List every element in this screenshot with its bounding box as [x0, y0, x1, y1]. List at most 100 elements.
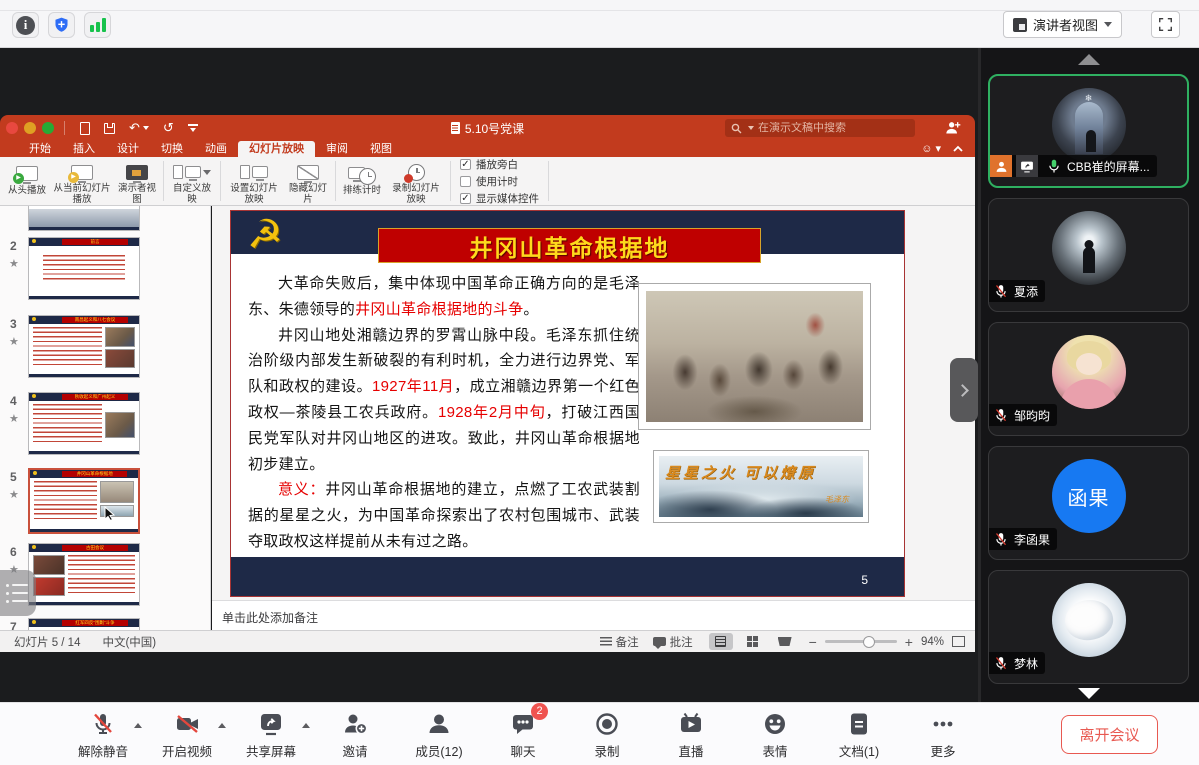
presenter-view-button[interactable]: 演示者视图: [114, 157, 160, 205]
notes-area[interactable]: 单击此处添加备注: [212, 600, 975, 630]
maximize-window-button[interactable]: [42, 122, 54, 134]
minimize-window-button[interactable]: [24, 122, 36, 134]
zoom-slider[interactable]: [825, 640, 897, 643]
chevron-down-icon: [1104, 22, 1112, 27]
participant-tile-lihanguo[interactable]: 函果 李函果: [988, 446, 1189, 560]
floating-slide-list-button[interactable]: [0, 570, 36, 616]
mic-on-icon: [1045, 159, 1063, 174]
thumbnail-number: 2: [10, 239, 17, 253]
scroll-down-arrow[interactable]: [1078, 688, 1100, 699]
thumbnail-slide-1[interactable]: [28, 206, 140, 231]
tab-insert[interactable]: 插入: [62, 141, 106, 157]
chat-button[interactable]: 2 聊天: [481, 710, 565, 760]
ribbon-checkbox-play-narration[interactable]: 播放旁白: [460, 157, 539, 172]
tab-view[interactable]: 视图: [359, 141, 403, 157]
meeting-info-button[interactable]: i: [12, 12, 39, 38]
slide-title-banner[interactable]: 井冈山革命根据地: [378, 228, 761, 263]
notes-toggle-button[interactable]: 备注: [600, 634, 639, 650]
scroll-up-arrow[interactable]: [1078, 54, 1100, 65]
hide-slide-button[interactable]: 隐藏幻灯片: [284, 157, 332, 205]
security-button[interactable]: [48, 12, 75, 38]
sidebar-expand-handle[interactable]: [950, 358, 978, 422]
close-window-button[interactable]: [6, 122, 18, 134]
zoom-in-button[interactable]: +: [905, 634, 913, 650]
tab-transitions[interactable]: 切换: [150, 141, 194, 157]
language-indicator[interactable]: 中文(中国): [102, 634, 156, 650]
expand-options-caret[interactable]: [134, 723, 142, 728]
thumbnail-slide-2[interactable]: 前言: [28, 237, 140, 300]
search-input[interactable]: [758, 122, 909, 134]
current-slide[interactable]: ☭ 井冈山革命根据地 大革命失败后，集中体现中国革命正确方向的是毛泽东、朱德领导…: [230, 210, 905, 597]
notes-icon: [600, 637, 612, 647]
tab-home[interactable]: 开始: [18, 141, 62, 157]
tab-design[interactable]: 设计: [106, 141, 150, 157]
expand-options-caret[interactable]: [302, 723, 310, 728]
leave-meeting-button[interactable]: 离开会议: [1061, 715, 1158, 754]
network-signal-button[interactable]: [84, 12, 111, 38]
tab-animations[interactable]: 动画: [194, 141, 238, 157]
play-from-current-button[interactable]: ▶ 从当前幻灯片播放: [50, 157, 114, 205]
participant-tile-cbb[interactable]: ❄ CBB崔的屏幕...: [988, 74, 1189, 188]
record-button[interactable]: 录制: [565, 710, 649, 760]
normal-view-button[interactable]: [709, 633, 733, 650]
participants-sidebar: ❄ CBB崔的屏幕... 夏添: [978, 48, 1199, 702]
feedback-smiley-button[interactable]: ☺ ▾: [921, 142, 941, 155]
animation-star-icon: ★: [9, 488, 19, 501]
avatar-initials: 函果: [1068, 482, 1110, 511]
record-slideshow-button[interactable]: 录制幻灯片放映: [385, 157, 447, 205]
expand-options-caret[interactable]: [218, 723, 226, 728]
thumbnail-slide-4[interactable]: 秋收起义和广州起义: [28, 392, 140, 455]
share-presentation-button[interactable]: [945, 120, 961, 140]
custom-show-button[interactable]: 自定义放映: [167, 157, 217, 205]
view-mode-dropdown[interactable]: 演讲者视图: [1003, 11, 1122, 38]
more-button[interactable]: 更多: [901, 710, 985, 760]
thumbnail-slide-7[interactable]: 红军四反"围剿"斗争: [28, 618, 140, 630]
setup-slideshow-button[interactable]: 设置幻灯片放映: [224, 157, 284, 205]
thumbnail-slide-6[interactable]: 古田会议: [28, 543, 140, 606]
slideshow-view-button[interactable]: [773, 633, 797, 650]
members-button[interactable]: 成员(12): [397, 710, 481, 760]
participant-tile-xiatian[interactable]: 夏添: [988, 198, 1189, 312]
collapse-ribbon-button[interactable]: [953, 145, 963, 152]
ribbon-checkbox-show-media-controls[interactable]: 显示媒体控件: [460, 191, 539, 206]
thumbnail-slide-3[interactable]: 南昌起义和八七会议: [28, 315, 140, 378]
setup-slideshow-icon: [240, 165, 250, 179]
search-box[interactable]: [725, 119, 915, 137]
unmute-button[interactable]: 解除静音: [61, 710, 145, 760]
tab-review[interactable]: 审阅: [315, 141, 359, 157]
fit-to-window-button[interactable]: [952, 636, 965, 647]
thumbnail-slide-5-selected[interactable]: 井冈山革命根据地: [28, 468, 140, 534]
slide-image-calligraphy[interactable]: 星星之火 可以燎原 毛泽东: [653, 450, 869, 523]
hide-slide-icon: [297, 165, 319, 180]
customize-toolbar-button[interactable]: [188, 124, 198, 132]
fullscreen-button[interactable]: [1151, 11, 1180, 38]
slide-image-battle-painting[interactable]: [638, 283, 871, 430]
comments-toggle-button[interactable]: 批注: [653, 634, 693, 650]
slide-paragraph: 井冈山地处湘赣边界的罗霄山脉中段。毛泽东抓住统治阶级内部发生新破裂的有利时机，全…: [248, 323, 640, 478]
participant-tile-menglin[interactable]: 梦林: [988, 570, 1189, 684]
undo-button[interactable]: ↶: [129, 120, 149, 136]
checkbox-icon: [460, 176, 471, 187]
play-from-start-button[interactable]: ▶ 从头播放: [4, 157, 50, 205]
redo-button[interactable]: ↺: [163, 120, 174, 136]
save-icon: [104, 123, 115, 134]
start-video-button[interactable]: 开启视频: [145, 710, 229, 760]
ribbon-checkbox-use-timings[interactable]: 使用计时: [460, 174, 539, 189]
invite-button[interactable]: 邀请: [313, 710, 397, 760]
participant-tile-zouyunyun[interactable]: 邹昀昀: [988, 322, 1189, 436]
emoji-button[interactable]: 表情: [733, 710, 817, 760]
docs-button[interactable]: 文档(1): [817, 710, 901, 760]
rehearse-timings-button[interactable]: 排练计时: [339, 157, 385, 205]
share-screen-button[interactable]: 共享屏幕: [229, 710, 313, 760]
slide-sorter-view-button[interactable]: [741, 633, 765, 650]
slide-body-text[interactable]: 大革命失败后，集中体现中国革命正确方向的是毛泽东、朱德领导的井冈山革命根据地的斗…: [248, 271, 640, 555]
zoom-slider-thumb[interactable]: [863, 636, 875, 648]
zoom-out-button[interactable]: −: [809, 634, 817, 650]
save-button[interactable]: [104, 123, 115, 134]
live-tv-icon: [678, 711, 704, 737]
new-document-button[interactable]: [80, 122, 90, 135]
live-stream-button[interactable]: 直播: [649, 710, 733, 760]
toolbar-label: 解除静音: [78, 741, 128, 760]
tab-slideshow[interactable]: 幻灯片放映: [238, 141, 315, 157]
checkbox-label: 显示媒体控件: [476, 191, 539, 206]
